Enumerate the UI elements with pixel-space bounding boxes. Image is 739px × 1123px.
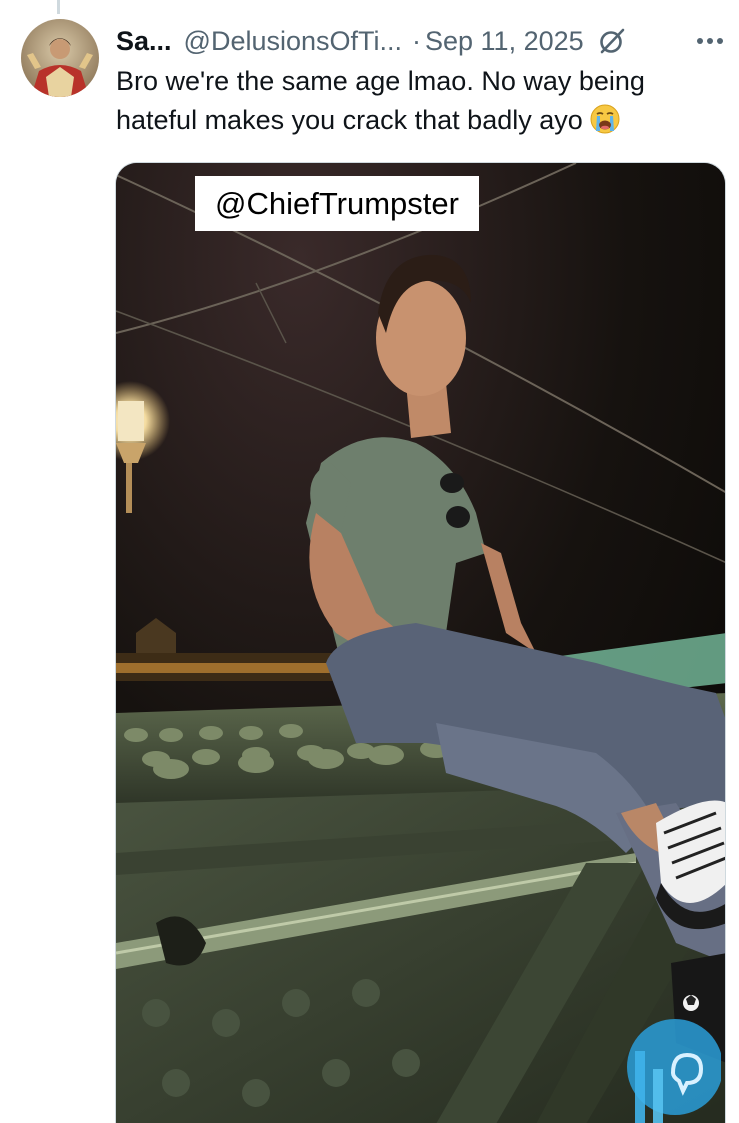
display-name[interactable]: Sa... bbox=[116, 26, 172, 57]
attached-photo[interactable]: @ChiefTrumpster bbox=[115, 162, 726, 1123]
post-date[interactable]: Sep 11, 2025 bbox=[425, 26, 584, 57]
avatar-image bbox=[21, 19, 99, 97]
loudly-crying-face-icon bbox=[589, 103, 621, 135]
grok-icon[interactable] bbox=[598, 27, 626, 55]
watermark-logo-icon bbox=[627, 1019, 721, 1123]
separator-dot: · bbox=[412, 25, 421, 56]
user-handle[interactable]: @DelusionsOfTi... bbox=[184, 26, 402, 57]
tweet-body: Bro we're the same age lmao. No way bein… bbox=[116, 62, 716, 140]
photo-scene bbox=[116, 163, 725, 1123]
more-options-icon[interactable] bbox=[693, 24, 727, 58]
tweet-header: Sa... @DelusionsOfTi... · Sep 11, 2025 bbox=[116, 22, 727, 60]
caption-overlay-text: @ChiefTrumpster bbox=[215, 185, 459, 221]
thread-connector-line bbox=[57, 0, 60, 14]
tweet-text: Bro we're the same age lmao. No way bein… bbox=[116, 66, 645, 135]
avatar[interactable] bbox=[21, 19, 99, 97]
caption-overlay: @ChiefTrumpster bbox=[195, 176, 479, 231]
